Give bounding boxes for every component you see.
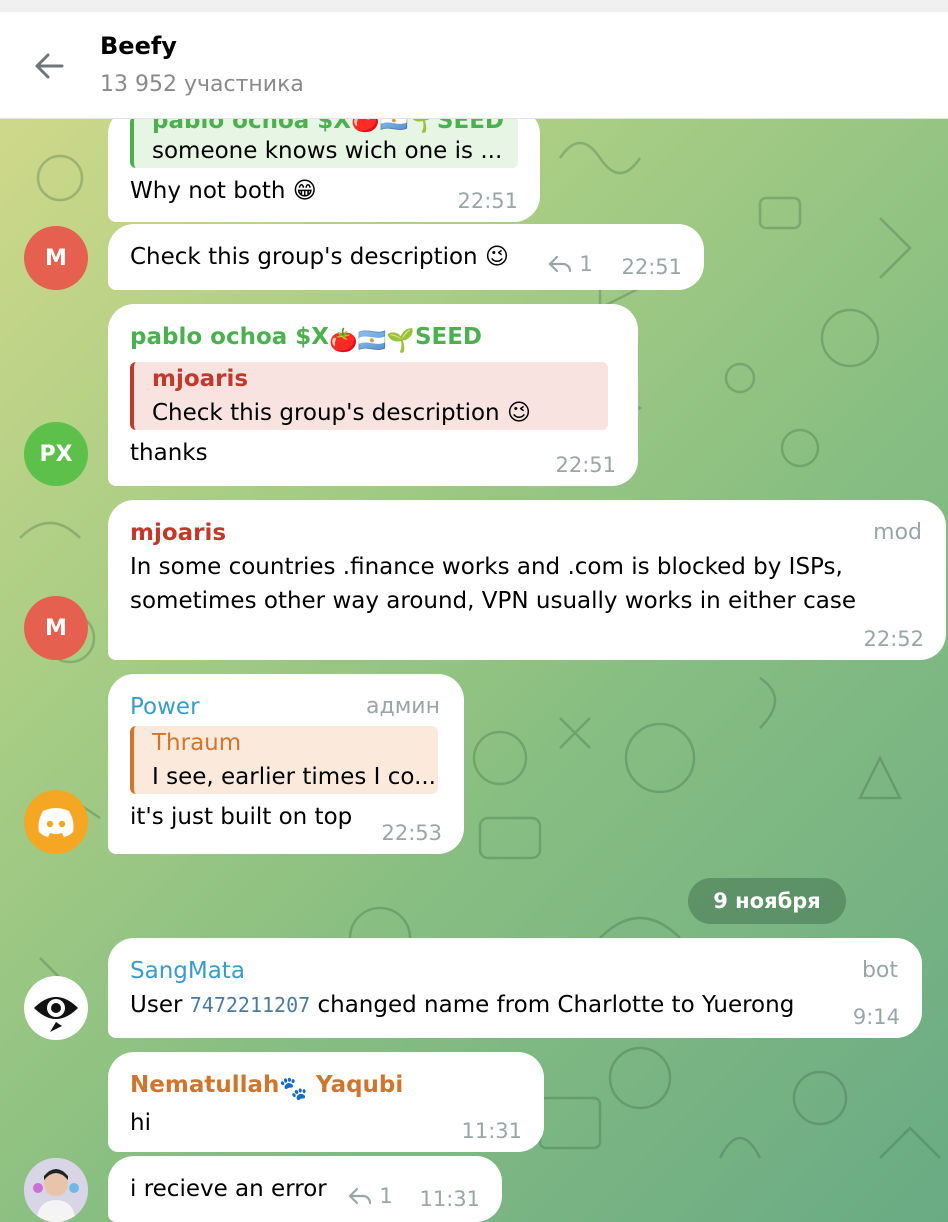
reply-text: someone knows wich one is ...: [152, 138, 503, 164]
avatar[interactable]: [24, 790, 88, 854]
role-badge: админ: [366, 694, 440, 719]
message-text: User 7472211207 changed name from Charlo…: [130, 992, 795, 1018]
reply-quote[interactable]: Thraum I see, earlier times I co...: [130, 726, 438, 794]
reply-author: mjoaris: [152, 366, 249, 392]
message-time: 9:14: [852, 1005, 900, 1029]
eye-icon: [32, 984, 80, 1032]
message-bubble[interactable]: Check this group's description 😉 1 22:51: [108, 224, 704, 290]
chat-title[interactable]: Beefy: [100, 32, 177, 60]
sender-name[interactable]: pablo ochoa $X🍅🇦🇷🌱SEED: [130, 320, 616, 358]
message-meta: 1 22:51: [547, 251, 682, 280]
message-time: 22:52: [863, 627, 924, 651]
paw-prints-icon: 🐾: [279, 1076, 309, 1102]
avatar[interactable]: [24, 1158, 88, 1222]
reply-author: Thraum: [152, 730, 242, 756]
sender-name[interactable]: Nematullah🐾 Yaqubi: [130, 1068, 522, 1106]
message-text-line: sometimes other way around, VPN usually …: [130, 588, 856, 614]
chat-header: Beefy 13 952 участника: [0, 12, 948, 119]
reply-text: I see, earlier times I co...: [152, 764, 436, 790]
tomato-icon: 🍅: [329, 328, 358, 354]
replies-indicator[interactable]: 1: [547, 251, 593, 277]
message-text: thanks: [130, 440, 208, 466]
top-strip: [0, 0, 948, 12]
message-bubble[interactable]: Power админ Thraum I see, earlier times …: [108, 674, 464, 854]
bot-badge: bot: [861, 958, 898, 983]
avatar[interactable]: M: [24, 596, 88, 660]
role-badge: mod: [873, 520, 922, 545]
message-bubble[interactable]: pablo ochoa $X🍅🇦🇷🌱SEED mjoaris Check thi…: [108, 304, 638, 486]
reply-arrow-icon: [548, 255, 572, 273]
message-text: i recieve an error: [130, 1176, 327, 1202]
reply-text: Check this group's description 😉: [152, 400, 531, 426]
message-bubble[interactable]: SangMata bot User 7472211207 changed nam…: [108, 938, 922, 1038]
discord-icon: [38, 808, 74, 837]
message-text-line: In some countries .finance works and .co…: [130, 554, 843, 580]
reply-quote[interactable]: pablo ochoa $X🍅🇦🇷🌱SEED someone knows wic…: [130, 118, 518, 168]
avatar[interactable]: PX: [24, 422, 88, 486]
avatar[interactable]: [24, 976, 88, 1040]
sender-name[interactable]: mjoaris: [130, 516, 924, 550]
message-text: Check this group's description 😉: [130, 244, 509, 270]
message-time: 22:51: [555, 453, 616, 477]
message-meta: 1 11:31: [347, 1183, 480, 1212]
message-time: 11:31: [461, 1119, 522, 1143]
back-arrow-icon[interactable]: [30, 48, 70, 84]
reply-arrow-icon: [348, 1187, 372, 1205]
message-time: 22:51: [457, 189, 518, 213]
user-photo-icon: [24, 1158, 88, 1222]
seedling-icon: 🌱: [386, 328, 415, 354]
date-separator: 9 ноября: [688, 878, 846, 924]
user-id-code[interactable]: 7472211207: [190, 993, 310, 1017]
member-count: 13 952 участника: [100, 72, 304, 97]
message-bubble[interactable]: mjoaris mod In some countries .finance w…: [108, 500, 946, 660]
avatar[interactable]: M: [24, 226, 88, 290]
argentina-flag-icon: 🇦🇷: [357, 328, 387, 354]
reply-author: pablo ochoa $X🍅🇦🇷🌱SEED: [152, 118, 505, 134]
message-bubble[interactable]: pablo ochoa $X🍅🇦🇷🌱SEED someone knows wic…: [108, 118, 540, 222]
message-bubble[interactable]: i recieve an error 1 11:31: [108, 1156, 502, 1222]
message-bubble[interactable]: Nematullah🐾 Yaqubi hi 11:31: [108, 1052, 544, 1152]
chat-area[interactable]: pablo ochoa $X🍅🇦🇷🌱SEED someone knows wic…: [0, 118, 948, 1222]
message-time: 22:53: [381, 821, 442, 845]
replies-indicator[interactable]: 1: [347, 1183, 393, 1209]
reply-quote[interactable]: mjoaris Check this group's description 😉: [130, 362, 608, 430]
sender-name[interactable]: SangMata: [130, 954, 900, 988]
